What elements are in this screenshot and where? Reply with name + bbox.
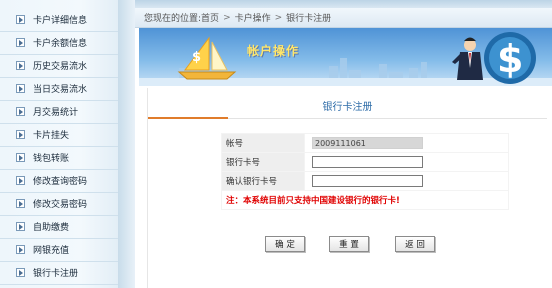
- arrow-bullet-icon: [16, 130, 25, 139]
- arrow-bullet-icon: [16, 245, 25, 254]
- banner-title: 帐户操作: [247, 44, 300, 58]
- confirm-card-number-input[interactable]: [312, 175, 423, 187]
- back-button[interactable]: 返 回: [395, 236, 435, 252]
- sidebar-item-monthly-stats[interactable]: 月交易统计: [0, 100, 118, 124]
- sidebar-item-label: 卡户余额信息: [33, 39, 88, 49]
- sidebar-item-self-payment[interactable]: 自助缴费: [0, 215, 118, 239]
- arrow-bullet-icon: [16, 15, 25, 24]
- account-operations-banner: $ $ 帐户操作: [139, 28, 552, 86]
- sidebar-item-label: 钱包转账: [33, 154, 70, 164]
- arrow-bullet-icon: [16, 84, 25, 93]
- form-title: 银行卡注册: [322, 102, 373, 113]
- sidebar-item-today-transactions[interactable]: 当日交易流水: [0, 77, 118, 101]
- form-row-account: 帐号: [221, 133, 509, 153]
- breadcrumb-home-link[interactable]: 首页: [201, 11, 219, 24]
- confirm-button[interactable]: 确 定: [265, 236, 305, 252]
- arrow-bullet-icon: [16, 176, 25, 185]
- sidebar-item-change-transaction-password[interactable]: 修改交易密码: [0, 192, 118, 216]
- banner-graphic: $ $: [139, 32, 552, 86]
- breadcrumb: 您现在的位置: 首页 > 卡户操作 > 银行卡注册: [135, 8, 552, 28]
- sidebar-item-report-loss[interactable]: 卡片挂失: [0, 123, 118, 147]
- sidebar-item-label: 月交易统计: [33, 108, 79, 118]
- sidebar-item-history-transactions[interactable]: 历史交易流水: [0, 54, 118, 78]
- breadcrumb-current: 银行卡注册: [286, 14, 332, 24]
- sidebar-item-label: 历史交易流水: [33, 62, 88, 72]
- sidebar-item-label: 卡片挂失: [33, 131, 70, 141]
- account-field: [312, 137, 423, 149]
- sidebar-item-card-balance[interactable]: 卡户余额信息: [0, 31, 118, 55]
- arrow-bullet-icon: [16, 38, 25, 47]
- form-row-card: 银行卡号: [221, 152, 509, 172]
- arrow-bullet-icon: [16, 107, 25, 116]
- account-label: 帐号: [221, 133, 305, 153]
- sidebar-item-label: 修改交易密码: [33, 200, 88, 210]
- sidebar-nav: 卡户详细信息 卡户余额信息 历史交易流水 当日交易流水 月交易统计 卡片挂失 钱…: [0, 0, 135, 288]
- sidebar-item-card-details[interactable]: 卡户详细信息: [0, 8, 118, 32]
- arrow-bullet-icon: [16, 153, 25, 162]
- register-form: 帐号 银行卡号 确认银行卡号 注：本系统目前只支持中国建设银行的银行卡!: [221, 133, 509, 210]
- sidebar-item-label: 修改查询密码: [33, 177, 88, 187]
- reset-button[interactable]: 重 置: [329, 236, 369, 252]
- title-accent-bar: [148, 117, 228, 119]
- main-content: 您现在的位置: 首页 > 卡户操作 > 银行卡注册 $ $ 帐户操作 银行卡注册…: [135, 0, 552, 288]
- sidebar-item-label: 网银充值: [33, 246, 70, 256]
- confirm-card-number-label: 确认银行卡号: [221, 171, 305, 191]
- arrow-bullet-icon: [16, 268, 25, 277]
- sidebar-item-label: 自助缴费: [33, 223, 70, 233]
- form-row-note: 注：本系统目前只支持中国建设银行的银行卡!: [221, 190, 509, 210]
- breadcrumb-separator-icon: >: [223, 12, 231, 23]
- sidebar-item-change-query-password[interactable]: 修改查询密码: [0, 169, 118, 193]
- sidebar-edge: [118, 0, 135, 288]
- sidebar-item-wallet-transfer[interactable]: 钱包转账: [0, 146, 118, 170]
- sidebar-item-label: 银行卡注册: [33, 269, 79, 279]
- businessman-illustration: [452, 37, 483, 80]
- sidebar-item-online-recharge[interactable]: 网银充值: [0, 238, 118, 262]
- sidebar-item-label: 卡户详细信息: [33, 16, 88, 26]
- breadcrumb-prefix: 您现在的位置:: [144, 14, 202, 24]
- card-number-label: 银行卡号: [221, 152, 305, 172]
- arrow-bullet-icon: [16, 61, 25, 70]
- card-number-input[interactable]: [312, 156, 423, 168]
- arrow-bullet-icon: [16, 199, 25, 208]
- breadcrumb-section-link[interactable]: 卡户操作: [235, 11, 271, 24]
- svg-text:$: $: [497, 37, 523, 81]
- bank-support-note: 注：本系统目前只支持中国建设银行的银行卡!: [221, 190, 509, 210]
- form-row-confirm: 确认银行卡号: [221, 171, 509, 191]
- sidebar-item-label: 当日交易流水: [33, 85, 88, 95]
- top-strip: [135, 0, 552, 8]
- breadcrumb-separator-icon: >: [274, 12, 283, 23]
- bank-card-register-panel: 银行卡注册 帐号 银行卡号 确认银行卡号: [147, 88, 547, 288]
- arrow-bullet-icon: [16, 222, 25, 231]
- svg-text:$: $: [192, 50, 201, 65]
- sailboat-icon: $: [177, 36, 237, 80]
- sidebar-item-bank-card-register[interactable]: 银行卡注册: [0, 261, 118, 285]
- dollar-globe-icon: $: [484, 32, 536, 84]
